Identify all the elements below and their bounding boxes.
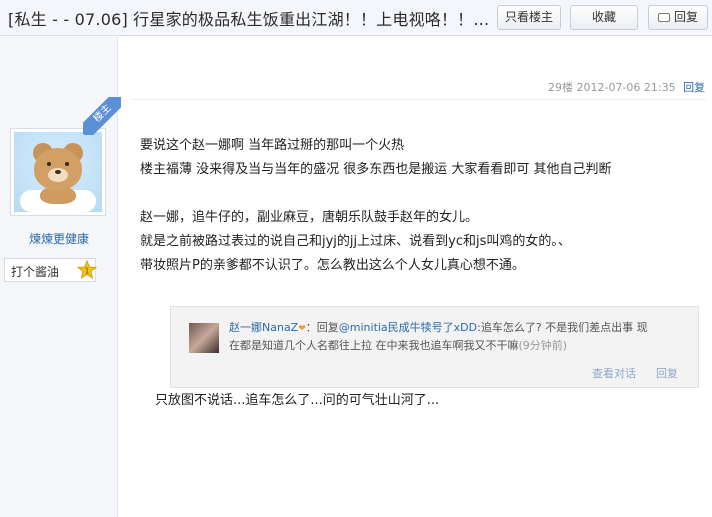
op-badge-label: 楼主 — [83, 97, 121, 135]
embed-time: (9分钟前) — [518, 339, 568, 352]
favorite-button[interactable]: 收藏 — [570, 5, 638, 30]
reply-button-label: 回复 — [673, 10, 698, 24]
vip-icon: ❤ — [298, 324, 306, 334]
embed-line-1: 赵一娜NanaZ❤：回复@minitia民成牛犊号了xDD:追车怎么了? 不是我… — [229, 319, 648, 335]
thread-header: [私生 - - 07.06] 行星家的极品私生饭重出江湖！！上电视咯！！... … — [0, 0, 712, 36]
bear-avatar-icon — [14, 132, 102, 212]
rank-level: 1 — [84, 267, 89, 276]
author-avatar[interactable] — [10, 128, 106, 216]
reply-button[interactable]: 回复 — [648, 5, 708, 30]
post-line: 带妆照片P的亲爹都不认识了。怎么教出这么个人女儿真心想不通。 — [140, 258, 525, 273]
embed-line-2: 在都是知道几个人名都往上拉 在中来我也追车啊我又不干嘛(9分钟前) — [229, 337, 567, 353]
embed-avatar — [189, 323, 219, 353]
post-line: 要说这个赵一娜啊 当年路过掰的那叫一个火热 — [140, 138, 405, 153]
post-line: 楼主福薄 没来得及当与当年的盛况 很多东西也是搬运 大家看看即可 其他自己判断 — [140, 162, 612, 177]
author-rank: 打个酱油 1 — [4, 258, 97, 282]
divider — [130, 99, 706, 100]
star-icon: 1 — [77, 260, 97, 279]
embedded-comment-image: 赵一娜NanaZ❤：回复@minitia民成牛犊号了xDD:追车怎么了? 不是我… — [170, 306, 699, 388]
only-op-button[interactable]: 只看楼主 — [497, 5, 561, 30]
embed-text-2: 在都是知道几个人名都往上拉 在中来我也追车啊我又不干嘛 — [229, 339, 519, 352]
embed-username: 赵一娜NanaZ — [229, 321, 299, 334]
author-username[interactable]: 煉煉更健康 — [0, 230, 118, 247]
embed-reply: 回复 — [656, 367, 678, 380]
embed-view-chat: 查看对话 — [592, 367, 636, 380]
floor-number[interactable]: 29楼 — [548, 81, 573, 94]
post-meta: 29楼 2012-07-06 21:35 回复 — [548, 79, 705, 95]
post-line: 赵一娜，追牛仔的，副业麻豆，唐朝乐队鼓手赵年的女儿。 — [140, 210, 479, 225]
embed-mention: @minitia民成牛犊号了xDD — [338, 321, 478, 334]
reply-icon — [657, 13, 670, 22]
rank-label: 打个酱油 — [11, 265, 60, 279]
post-line: 就是之前被路过表过的说自己和jyj的jj上过床、说看到yc和js叫鸡的女的。、 — [140, 234, 571, 249]
embed-actions: 查看对话 回复 — [592, 365, 678, 381]
post-reply-link[interactable]: 回复 — [683, 81, 705, 94]
post-caption: 只放图不说话...追车怎么了...问的可气壮山河了... — [155, 393, 440, 408]
embed-reply-prefix: ：回复 — [305, 321, 339, 334]
thread-title: [私生 - - 07.06] 行星家的极品私生饭重出江湖！！上电视咯！！... — [8, 10, 490, 29]
op-badge: 楼主 — [83, 97, 121, 135]
post-timestamp: 2012-07-06 21:35 — [576, 81, 676, 94]
embed-text-1: :追车怎么了? 不是我们差点出事 现 — [477, 321, 648, 334]
